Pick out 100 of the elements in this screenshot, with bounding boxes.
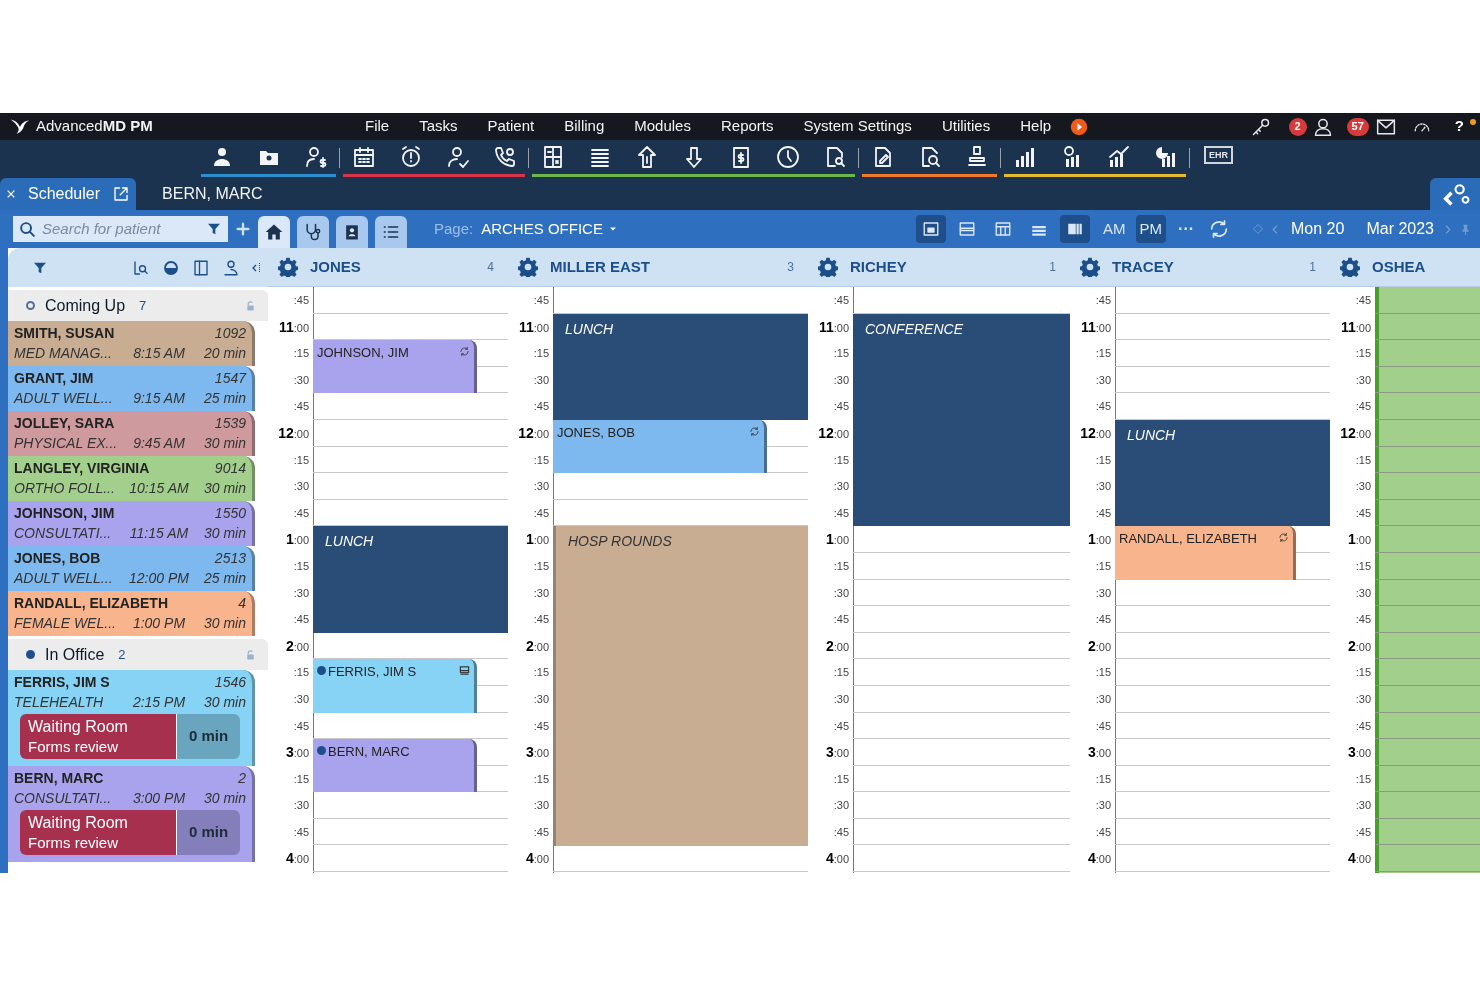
menu-item[interactable]: Modules [619,115,706,138]
appointment-card[interactable]: JONES, BOB 2513 ADULT WELL... 12:00 PM 25 min [8,546,255,591]
time-label: :45 [1094,505,1112,521]
appointment-block[interactable]: RANDALL, ELIZABETH [1115,526,1296,580]
provider-name[interactable]: OSHEA [1372,255,1426,279]
settings-panel-button[interactable] [1430,178,1480,210]
page-dropdown[interactable]: ARCHES OFFICE [481,217,619,241]
menu-item[interactable]: Billing [549,115,620,138]
settings-icon[interactable] [518,257,538,277]
time-block[interactable]: HOSP ROUNDS [553,526,808,846]
panel-icon[interactable] [192,258,210,277]
time-label: :45 [1094,612,1112,628]
notification-count[interactable]: 2 [1288,117,1307,136]
time-block[interactable]: LUNCH [553,313,808,420]
filter-icon[interactable] [206,221,222,237]
menu-item[interactable]: Tasks [404,115,473,138]
calendar-icon[interactable] [351,145,376,169]
more-button[interactable]: ··· [1178,217,1195,241]
time-label: 3:00 [1086,743,1112,763]
time-label: 3:00 [824,743,850,763]
tab[interactable]: BERN, MARC [152,178,273,210]
menu-item[interactable]: File [350,115,405,138]
time-label: :30 [832,691,850,707]
pie-bar-chart-icon[interactable] [1153,145,1178,169]
settings-icon[interactable] [278,257,298,277]
key-icon[interactable] [1250,116,1271,137]
help-link[interactable]: ? [1454,115,1464,138]
status-box[interactable]: Waiting Room Forms review [20,810,176,855]
tab[interactable]: Scheduler [0,178,137,210]
open-external-icon[interactable] [112,185,131,203]
appointment-card[interactable]: LANGLEY, VIRGINIA 9014 ORTHO FOLL... 10:15 AM 30 min [8,456,255,501]
time-label: :45 [532,824,550,840]
menu-item[interactable]: Reports [705,115,789,138]
appointment-card[interactable]: RANDALL, ELIZABETH 4 FEMALE WEL... 1:00 PM 30 min [8,591,255,636]
person-dollar-icon[interactable] [303,145,328,169]
substatus-text: Forms review [28,832,119,853]
nav-button[interactable] [297,216,329,248]
time-label: :15 [532,346,550,362]
clock-icon[interactable] [775,145,800,169]
nav-button[interactable] [258,216,290,248]
time-label: :15 [1094,665,1112,681]
search-input[interactable]: Search for patient [42,217,200,241]
time-label: :45 [1094,399,1112,415]
substatus-text: Forms review [28,736,119,757]
menu-item[interactable]: Patient [472,115,550,138]
settings-icon[interactable] [818,257,838,277]
time-block[interactable]: LUNCH [1115,420,1330,527]
visit-type: ADULT WELL... [14,389,114,408]
appointment-block[interactable]: BERN, MARC [313,739,477,793]
person-check-icon[interactable] [445,145,470,169]
time-block[interactable]: LUNCH [313,526,508,633]
ehr-button[interactable]: EHR [1204,146,1233,164]
time-label: :45 [1354,399,1372,415]
notification-count[interactable]: 57 [1346,117,1369,136]
view-button[interactable] [916,215,947,243]
menu-item[interactable]: System Settings [788,115,927,138]
person-icon[interactable] [222,258,240,277]
view-button[interactable] [1060,215,1091,243]
user-icon[interactable] [1312,116,1333,137]
day-view-icon [922,220,941,238]
provider-name[interactable]: MILLER EAST [550,255,650,279]
play-icon[interactable] [1070,117,1089,136]
half-circle-icon[interactable] [162,258,180,277]
group-header[interactable]: In Office 2 [8,639,268,670]
appointment-block[interactable]: JONES, BOB [553,420,767,474]
appointment-card[interactable]: BERN, MARC 2 CONSULTATI... 3:00 PM 30 min Waiting Room Forms review 0 min [8,766,255,862]
settings-icon[interactable] [1340,257,1360,277]
plus-icon[interactable] [235,221,251,237]
time-label: :15 [1094,452,1112,468]
menu-item[interactable]: Utilities [926,115,1006,138]
provider-name[interactable]: TRACEY [1112,255,1174,279]
status-box[interactable]: Waiting Room Forms review [20,714,176,759]
settings-icon[interactable] [1080,257,1100,277]
group-count: 2 [118,645,126,664]
appointment-card[interactable]: JOHNSON, JIM 1550 CONSULTATI... 11:15 AM 30 min [8,501,255,546]
time-label: :45 [832,293,850,308]
appointment-card[interactable]: JOLLEY, SARA 1539 PHYSICAL EX... 9:45 AM 30 min [8,411,255,456]
trend-chart-icon[interactable] [1106,145,1131,169]
appointment-card[interactable]: FERRIS, JIM S 1546 TELEHEALTH 2:15 PM 30 min Waiting Room Forms review 0 min [8,670,255,766]
search-bar[interactable]: Search for patient [13,216,228,242]
patient-name: SMITH, SUSAN [14,324,115,343]
time-label: :15 [292,452,310,468]
appointment-card[interactable]: GRANT, JIM 1547 ADULT WELL... 9:15 AM 25 min [8,366,255,411]
menu-item[interactable]: Help [1005,115,1067,138]
appointment-time: 2:15 PM [131,693,187,712]
group-header[interactable]: Coming Up 7 [8,290,268,321]
provider-name[interactable]: RICHEY [850,255,907,279]
time-toggle[interactable]: PM [1135,215,1167,243]
close-icon[interactable] [6,189,16,199]
find-icon[interactable] [132,258,150,277]
appointment-card[interactable]: SMITH, SUSAN 1092 MED MANAG... 8:15 AM 20 min [8,321,255,366]
appointment-block[interactable]: FERRIS, JIM S [313,659,477,713]
time-block[interactable]: CONFERENCE [853,313,1070,527]
appointment-block[interactable]: JOHNSON, JIM [313,340,477,394]
time-toggle[interactable]: AM [1099,215,1130,243]
nav-button[interactable] [336,216,368,248]
provider-name[interactable]: JONES [310,255,361,279]
time-label: :15 [1354,771,1372,787]
phone-icon[interactable] [492,145,517,169]
time-label: :45 [832,824,850,840]
